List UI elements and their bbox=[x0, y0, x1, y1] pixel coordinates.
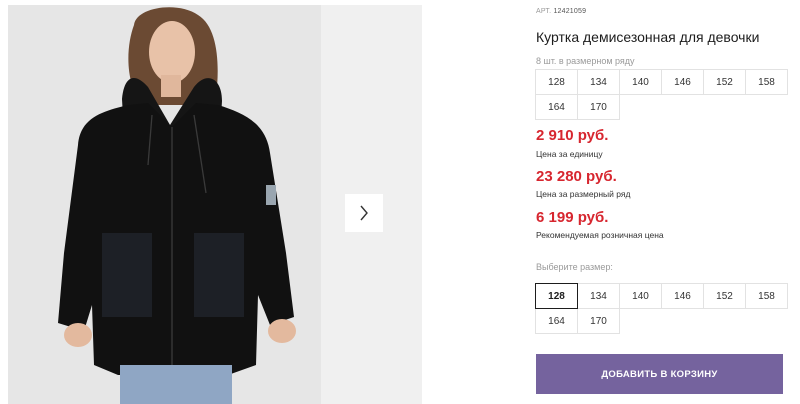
size-option[interactable]: 146 bbox=[661, 283, 704, 309]
size-row-cell: 128 bbox=[535, 69, 578, 95]
article-label: АРТ. bbox=[536, 8, 552, 15]
size-option-selected[interactable]: 128 bbox=[535, 283, 578, 309]
size-option[interactable]: 140 bbox=[619, 283, 662, 309]
retail-price: 6 199 руб. bbox=[536, 209, 609, 226]
size-option[interactable]: 170 bbox=[577, 308, 620, 334]
product-title: Куртка демисезонная для девочки bbox=[536, 29, 760, 45]
unit-price: 2 910 руб. bbox=[536, 127, 609, 144]
size-row-price: 23 280 руб. bbox=[536, 168, 617, 185]
size-row-cell: 158 bbox=[745, 69, 788, 95]
size-row-cell: 164 bbox=[535, 94, 578, 120]
chevron-right-icon bbox=[360, 205, 368, 221]
product-photo bbox=[8, 5, 321, 404]
size-row-price-note: Цена за размерный ряд bbox=[536, 189, 631, 199]
add-to-cart-button[interactable]: ДОБАВИТЬ В КОРЗИНУ bbox=[536, 354, 783, 394]
size-row-cell: 134 bbox=[577, 69, 620, 95]
retail-price-note: Рекомендуемая розничная цена bbox=[536, 230, 664, 240]
size-option[interactable]: 158 bbox=[745, 283, 788, 309]
gallery-next-button[interactable] bbox=[345, 194, 383, 232]
size-option[interactable]: 152 bbox=[703, 283, 746, 309]
size-row-cell: 170 bbox=[577, 94, 620, 120]
size-select-label: Выберите размер: bbox=[536, 262, 613, 272]
size-selector: 128 134 140 146 152 158 164 170 bbox=[535, 283, 788, 334]
size-row-cell: 140 bbox=[619, 69, 662, 95]
unit-price-note: Цена за единицу bbox=[536, 149, 603, 159]
size-row-grid: 128 134 140 146 152 158 164 170 bbox=[535, 69, 788, 120]
article-number: АРТ. 12421059 bbox=[536, 8, 586, 15]
size-row-cell: 146 bbox=[661, 69, 704, 95]
size-row-cell: 152 bbox=[703, 69, 746, 95]
size-option[interactable]: 134 bbox=[577, 283, 620, 309]
article-value: 12421059 bbox=[553, 8, 587, 15]
pack-count-label: 8 шт. в размерном ряду bbox=[536, 56, 635, 66]
size-option[interactable]: 164 bbox=[535, 308, 578, 334]
